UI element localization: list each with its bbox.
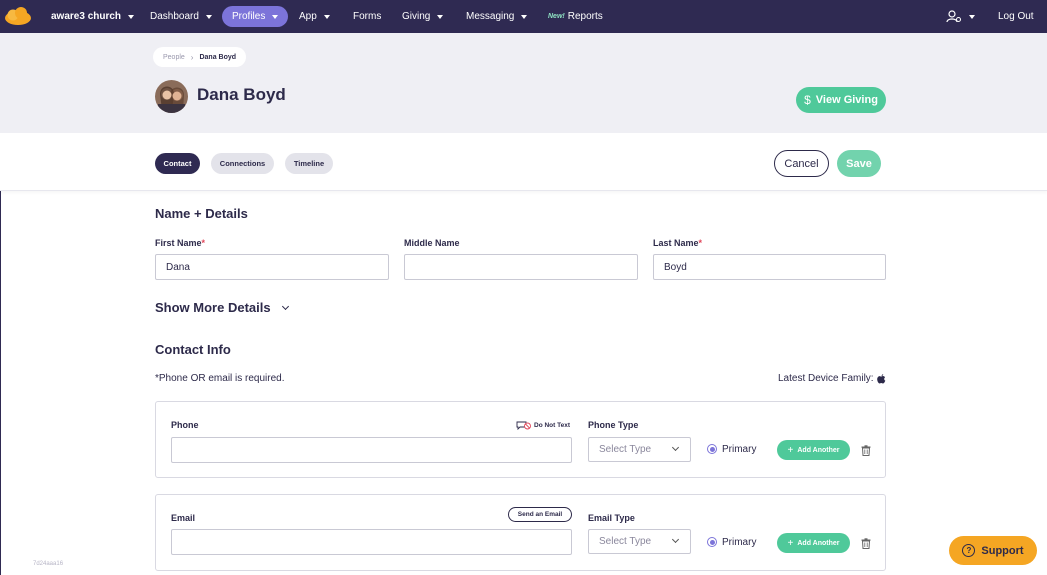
nav-messaging[interactable]: Messaging [466,0,528,33]
email-input[interactable] [171,529,572,555]
first-name-input[interactable]: Dana [155,254,389,280]
breadcrumb-current: Dana Boyd [199,53,237,61]
phone-label: Phone [171,420,199,430]
add-another-phone-button[interactable]: + Add Another [777,440,850,460]
tab-timeline[interactable]: Timeline [285,153,333,174]
chevron-down-icon [521,14,528,19]
chevron-down-icon [272,14,279,19]
nav-giving[interactable]: Giving [402,0,444,33]
support-button[interactable]: ? Support [949,536,1037,565]
view-giving-label: View Giving [815,94,878,106]
add-another-label: Add Another [797,539,840,547]
phone-type-placeholder: Select Type [599,444,652,455]
chevron-down-icon [969,14,975,19]
phone-type-select[interactable]: Select Type [588,437,691,462]
nav-giving-label: Giving [402,11,431,22]
user-settings-icon [946,10,961,23]
phone-type-label: Phone Type [588,420,639,430]
last-name-input[interactable]: Boyd [653,254,886,280]
chevron-down-icon [128,14,135,19]
chevron-right-icon: › [190,52,194,62]
top-navbar: aware3 church Dashboard Profiles App For… [0,0,1047,33]
logout-link[interactable]: Log Out [998,0,1034,33]
profile-name: Dana Boyd [197,85,286,104]
breadcrumb: People › Dana Boyd [153,47,247,67]
email-label: Email [171,513,196,523]
last-name-label: Last Name* [653,238,703,248]
nav-forms-label: Forms [353,11,382,22]
email-primary-radio[interactable] [707,537,717,547]
nav-reports-label: Reports [567,11,603,22]
device-family: Latest Device Family: [778,373,886,384]
question-icon: ? [962,544,976,557]
chevron-down-icon [437,14,444,19]
org-switcher[interactable]: aware3 church [51,0,135,33]
phone-primary-radio[interactable] [707,444,717,454]
logout-label: Log Out [998,11,1034,22]
device-family-label: Latest Device Family: [778,373,874,384]
org-name: aware3 church [51,11,122,22]
do-not-text-toggle[interactable]: Do Not Text [516,421,570,430]
tab-contact[interactable]: Contact [155,153,200,174]
cancel-button[interactable]: Cancel [774,150,829,177]
email-type-select[interactable]: Select Type [588,529,691,554]
chevron-down-icon [323,14,330,19]
send-email-button[interactable]: Send an Email [508,507,572,522]
nav-app[interactable]: App [299,0,330,33]
new-badge: New! [548,13,565,20]
avatar [155,80,188,113]
breadcrumb-people[interactable]: People [163,54,185,61]
nav-app-label: App [299,11,317,22]
middle-name-input[interactable] [404,254,638,280]
email-primary-label: Primary [722,537,757,548]
nav-dashboard[interactable]: Dashboard [150,0,212,33]
add-another-email-button[interactable]: + Add Another [777,533,850,553]
apple-icon [876,373,885,383]
phone-input[interactable] [171,437,572,463]
nav-reports[interactable]: New! Reports [548,0,603,33]
nav-forms[interactable]: Forms [353,0,381,33]
email-type-placeholder: Select Type [599,536,652,547]
dollar-icon: $ [804,93,811,107]
trash-icon[interactable] [861,445,871,456]
aware3-logo-icon[interactable] [3,5,33,27]
required-note: *Phone OR email is required. [155,373,285,384]
section-title-name-details: Name + Details [155,206,248,221]
phone-primary-label: Primary [722,444,757,455]
add-another-label: Add Another [797,446,840,454]
show-more-label: Show More Details [155,300,271,315]
no-text-message-icon [516,421,531,430]
chevron-down-icon [205,14,212,19]
save-button[interactable]: Save [837,150,881,177]
chevron-down-icon [671,443,680,452]
show-more-details-toggle[interactable]: Show More Details [155,300,289,315]
chevron-down-icon [671,535,680,544]
plus-icon: + [787,537,794,549]
nav-messaging-label: Messaging [466,11,515,22]
middle-name-label: Middle Name [404,238,460,248]
tab-connections[interactable]: Connections [211,153,274,174]
view-giving-button[interactable]: $ View Giving [796,87,886,113]
version-label: 7d24aaa16 [33,561,64,567]
email-type-label: Email Type [588,513,635,523]
first-name-label: First Name* [155,238,206,248]
trash-icon[interactable] [861,538,871,549]
plus-icon: + [787,444,794,456]
user-menu[interactable] [946,0,975,33]
chevron-down-icon [281,302,289,310]
do-not-text-label: Do Not Text [534,422,570,429]
nav-profiles[interactable]: Profiles [222,6,289,27]
section-title-contact-info: Contact Info [155,342,231,357]
nav-dashboard-label: Dashboard [150,11,199,22]
nav-profiles-label: Profiles [232,11,266,22]
support-label: Support [981,544,1024,557]
